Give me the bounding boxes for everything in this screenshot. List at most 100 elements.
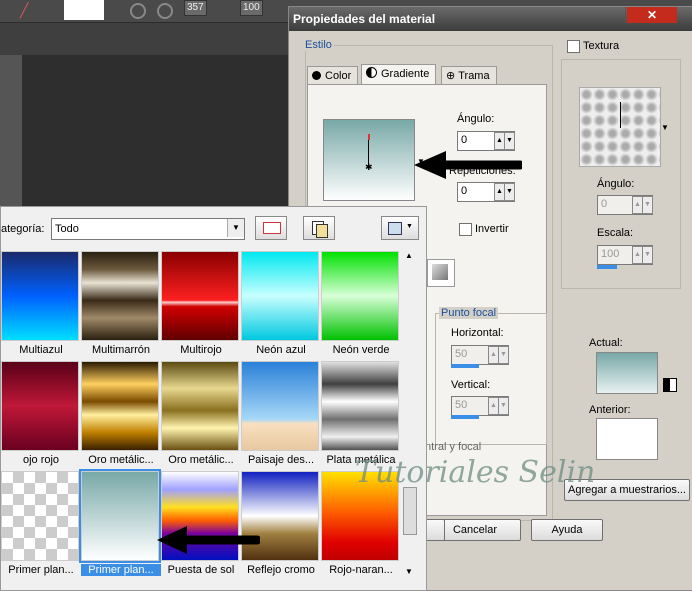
tex-angulo-value: 0 — [601, 198, 608, 210]
estilo-legend: Estilo — [303, 39, 334, 51]
scroll-up-icon[interactable]: ▲ — [405, 251, 413, 260]
swatch-plata-metalica[interactable] — [321, 361, 399, 451]
toolbar-size-field[interactable]: 357 — [184, 0, 207, 16]
swatch-label: Primer plan... — [8, 564, 74, 576]
central-focal-label: ntral y focal — [425, 441, 482, 453]
vertical-spinner[interactable]: 50 ▲ ▼ — [451, 396, 509, 416]
swatch-neon-azul[interactable] — [241, 251, 319, 341]
close-button[interactable]: ✕ — [627, 7, 677, 23]
repeticiones-value: 0 — [461, 185, 468, 197]
invertir-label: Invertir — [475, 223, 509, 235]
textura-checkbox[interactable] — [567, 40, 580, 53]
arrow-annotation-2 — [157, 526, 260, 554]
texture-preview[interactable] — [579, 87, 661, 167]
spin-down-icon[interactable]: ▼ — [498, 346, 509, 364]
swatch-multimarron[interactable] — [81, 251, 159, 341]
swatch-ojo-rojo[interactable] — [1, 361, 79, 451]
punto-focal-legend: Punto focal — [439, 307, 499, 319]
scrollbar-thumb[interactable] — [403, 487, 417, 535]
shape-circle-icon[interactable] — [157, 3, 173, 19]
swatch-label: Paisaje des... — [247, 454, 315, 466]
anterior-label: Anterior: — [589, 404, 631, 416]
view-grid-icon — [388, 222, 402, 235]
swatch-label: Neón verde — [332, 344, 390, 356]
angle-needle-tip — [368, 134, 370, 140]
tab-color[interactable]: Color — [307, 66, 359, 85]
tex-angulo-spinner[interactable]: 0 ▲ ▼ — [597, 195, 653, 215]
angulo-label: Ángulo: — [457, 113, 495, 125]
actual-swatch[interactable] — [596, 352, 658, 394]
scrollbar[interactable]: ▲ ▼ — [401, 247, 417, 581]
tab-color-label: Color — [325, 70, 352, 82]
gradient-color-swatch[interactable] — [427, 259, 455, 287]
swatch-label: Oro metálic... — [88, 454, 154, 466]
copy-icon-back — [316, 224, 328, 238]
spin-down-icon[interactable]: ▼ — [498, 397, 509, 415]
tex-angulo-label: Ángulo: — [597, 178, 635, 190]
close-icon: ✕ — [646, 8, 658, 22]
title-bar[interactable]: Propiedades del material ✕ — [289, 7, 692, 31]
swap-icon[interactable] — [663, 378, 677, 392]
actual-label: Actual: — [589, 337, 623, 349]
swatch-label: Neón azul — [256, 344, 306, 356]
horizontal-spinner[interactable]: 50 ▲ ▼ — [451, 345, 509, 365]
focal-point-icon: ✱ — [365, 162, 373, 172]
brush-icon[interactable]: ╱ — [20, 2, 38, 20]
escala-slider[interactable] — [597, 265, 617, 269]
swatch-primer-plano-transparente[interactable] — [1, 471, 79, 561]
swatch-label: Rojo-naran... — [329, 564, 393, 576]
brush-preview[interactable] — [64, 0, 104, 20]
swatch-oro-metalico-1[interactable] — [81, 361, 159, 451]
resource-manager-icon — [263, 222, 281, 234]
spin-down-icon[interactable]: ▼ — [642, 196, 653, 214]
horizontal-value: 50 — [455, 348, 468, 360]
copy-resource-button[interactable] — [303, 216, 335, 240]
color-tab-icon — [312, 71, 321, 80]
vertical-slider[interactable] — [451, 415, 479, 419]
swatch-multiazul[interactable] — [1, 251, 79, 341]
view-options-button[interactable]: ▼ — [381, 216, 419, 240]
angulo-value: 0 — [461, 134, 468, 146]
dialog-title: Propiedades del material — [293, 12, 436, 26]
app-ruler — [0, 55, 22, 215]
tab-gradiente-label: Gradiente — [381, 68, 430, 80]
invertir-checkbox[interactable] — [459, 223, 472, 236]
minimize-button — [625, 7, 626, 23]
app-canvas — [22, 55, 292, 215]
category-label: ategoría: — [1, 223, 45, 235]
category-value: Todo — [55, 223, 79, 235]
swatch-label: Reflejo cromo — [247, 564, 315, 576]
shape-circle-icon[interactable] — [130, 3, 146, 19]
arrow-annotation-1 — [414, 151, 522, 179]
swatch-label: ojo rojo — [22, 454, 60, 466]
vertical-value: 50 — [455, 399, 468, 411]
horizontal-slider[interactable] — [451, 364, 479, 368]
swatch-label: Multimarrón — [91, 344, 151, 356]
swatch-primer-plano-fondo[interactable] — [79, 469, 161, 563]
escala-spinner[interactable]: 100 ▲ ▼ — [597, 245, 653, 265]
tab-gradiente[interactable]: Gradiente — [361, 64, 437, 85]
tab-trama[interactable]: ⊕ Trama — [441, 66, 497, 85]
texture-dropdown-arrow[interactable]: ▼ — [661, 123, 669, 132]
swatch-paisaje-desierto[interactable] — [241, 361, 319, 451]
scroll-down-icon[interactable]: ▼ — [405, 567, 413, 576]
manage-resources-button[interactable] — [255, 216, 287, 240]
swatch-label-selected: Primer plan... — [81, 564, 161, 576]
repeticiones-spinner[interactable]: 0 ▲ ▼ — [457, 182, 515, 202]
globe-icon: ⊕ — [446, 70, 456, 82]
gradient-preview[interactable]: ✱ — [323, 119, 415, 201]
anterior-swatch[interactable] — [596, 418, 658, 460]
chevron-down-icon[interactable]: ▼ — [227, 219, 244, 237]
swatch-multirojo[interactable] — [161, 251, 239, 341]
help-button[interactable]: Ayuda — [531, 519, 603, 541]
tab-trama-label: Trama — [458, 70, 490, 82]
spin-down-icon[interactable]: ▼ — [504, 183, 515, 201]
spin-down-icon[interactable]: ▼ — [642, 246, 653, 264]
swatch-label: Puesta de sol — [167, 564, 235, 576]
toolbar-opacity-field[interactable]: 100 — [240, 0, 263, 16]
escala-value: 100 — [601, 248, 620, 260]
watermark: Tutoriales Selin — [355, 455, 596, 490]
swatch-neon-verde[interactable] — [321, 251, 399, 341]
category-select[interactable]: Todo ▼ — [51, 218, 245, 240]
swatch-oro-metalico-2[interactable] — [161, 361, 239, 451]
